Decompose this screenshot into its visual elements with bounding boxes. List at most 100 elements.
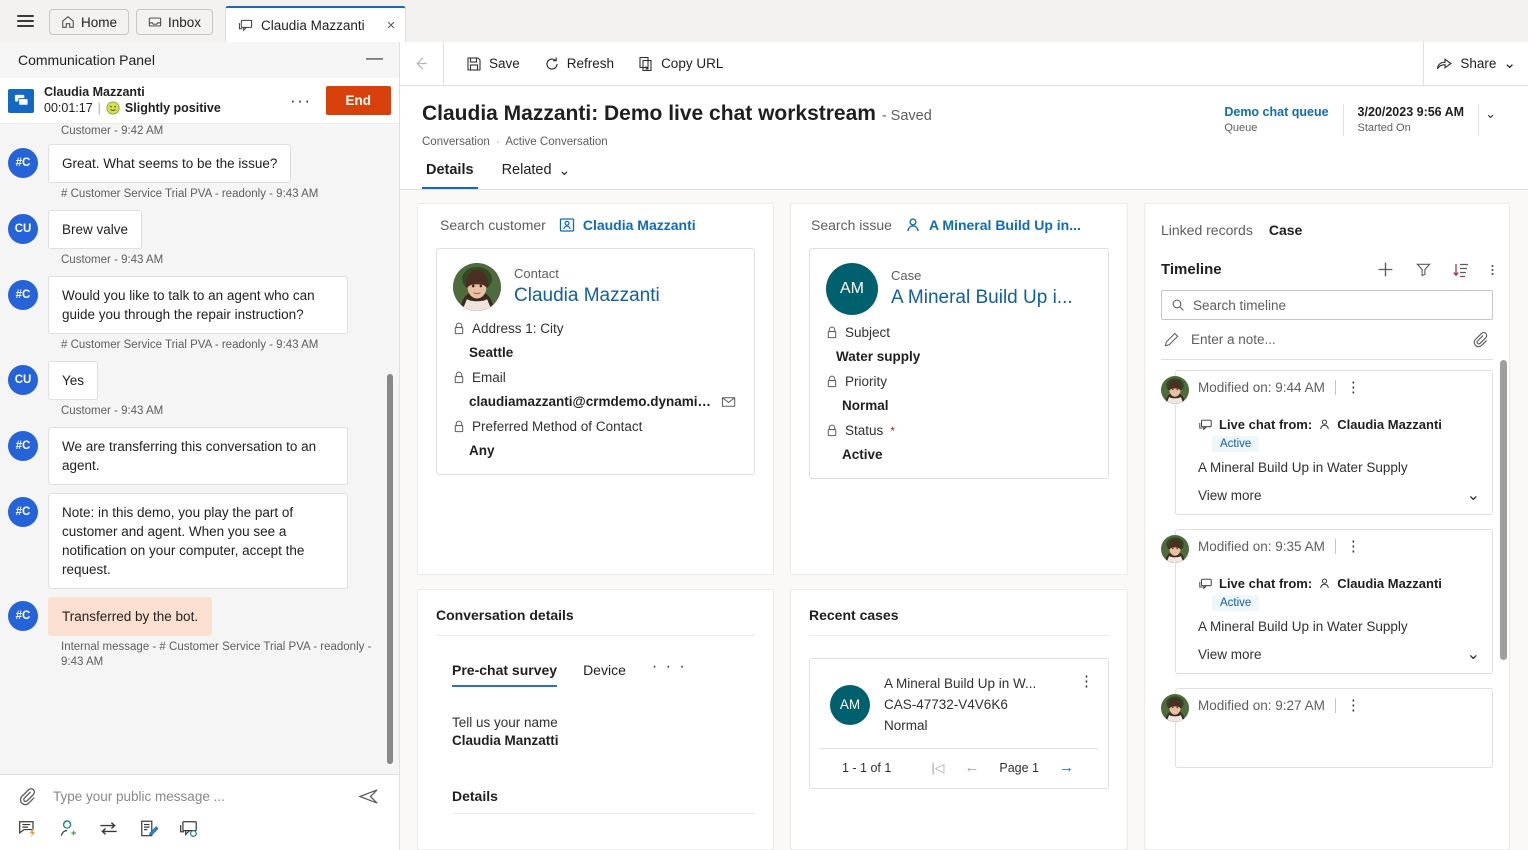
- avatar: [453, 263, 501, 311]
- conversation-details-overflow-icon[interactable]: · · ·: [652, 658, 687, 687]
- message-bubble: We are transferring this conversation to…: [48, 427, 348, 485]
- details-divider: [452, 813, 755, 814]
- timeline-item-view-more[interactable]: View more ⌄: [1198, 647, 1480, 663]
- message-bubble: Yes: [48, 361, 99, 400]
- search-issue-value[interactable]: A Mineral Build Up in...: [905, 217, 1081, 233]
- timeline-note-row[interactable]: Enter a note...: [1161, 320, 1493, 360]
- linked-records-selected[interactable]: Case: [1269, 222, 1302, 238]
- hamburger-icon[interactable]: [8, 0, 42, 42]
- more-icon[interactable]: [1490, 261, 1495, 279]
- recent-case-info: A Mineral Build Up in W... CAS-47732-V4V…: [884, 673, 1065, 736]
- sort-icon[interactable]: [1452, 261, 1470, 279]
- conversation-details-title: Conversation details: [436, 607, 755, 636]
- avatar: #C: [8, 280, 38, 310]
- timeline-item-modified: Modified on: 9:27 AM: [1198, 698, 1336, 713]
- copy-url-button[interactable]: Copy URL: [628, 49, 733, 79]
- timeline-search[interactable]: [1161, 290, 1493, 320]
- paperclip-icon[interactable]: [1472, 331, 1489, 348]
- search-customer-label: Search customer: [440, 217, 546, 233]
- paperclip-icon[interactable]: [14, 787, 47, 806]
- chat-icon: [1198, 418, 1213, 432]
- notes-icon[interactable]: [139, 819, 159, 839]
- send-icon[interactable]: [358, 786, 385, 807]
- recent-case-more-icon[interactable]: ⋮: [1079, 674, 1094, 689]
- lock-icon: [453, 322, 465, 335]
- refresh-button[interactable]: Refresh: [534, 49, 624, 79]
- person-icon: [1318, 577, 1331, 590]
- add-agent-icon[interactable]: [58, 819, 78, 839]
- header-expand-chevron-icon[interactable]: ⌄: [1479, 104, 1506, 122]
- back-arrow-icon[interactable]: [400, 41, 444, 86]
- note-placeholder: Enter a note...: [1191, 332, 1276, 347]
- timeline-actions: [1376, 260, 1495, 279]
- chevron-down-icon[interactable]: ⌄: [1503, 56, 1516, 71]
- conversation-divider: |: [97, 101, 101, 115]
- timeline-item-body[interactable]: Modified on: 9:35 AM ⋮ Live chat from: C…: [1175, 529, 1493, 674]
- timeline-item-more-icon[interactable]: ⋮: [1346, 698, 1361, 713]
- conversation-more-icon[interactable]: ···: [286, 91, 315, 111]
- field-label-subject: Subject: [826, 325, 1092, 340]
- pager-count: 1 - 1 of 1: [842, 760, 892, 775]
- chat-scrollbar[interactable]: [387, 374, 393, 764]
- filter-icon[interactable]: [1415, 261, 1432, 278]
- list-item[interactable]: AM A Mineral Build Up in W... CAS-47732-…: [820, 673, 1098, 736]
- communication-panel: Communication Panel — Claudia Mazzanti 0…: [0, 42, 400, 850]
- search-timeline-input[interactable]: [1193, 297, 1483, 313]
- view-more-label: View more: [1198, 488, 1262, 503]
- pencil-icon: [1163, 331, 1180, 348]
- avatar: AM: [830, 684, 870, 725]
- quick-reply-icon[interactable]: [18, 819, 38, 839]
- linked-conversation-icon[interactable]: [179, 819, 199, 839]
- avatar: #C: [8, 497, 38, 527]
- timeline-item-body[interactable]: Modified on: 9:27 AM ⋮: [1175, 688, 1493, 768]
- timeline-item-description: A Mineral Build Up in Water Supply: [1198, 619, 1408, 634]
- case-entity-name[interactable]: A Mineral Build Up i...: [891, 285, 1073, 311]
- chevron-down-icon[interactable]: ⌄: [1467, 488, 1480, 504]
- lock-icon: [826, 424, 838, 437]
- share-button[interactable]: Share ⌄: [1423, 41, 1528, 86]
- save-button[interactable]: Save: [456, 49, 530, 79]
- tab-device[interactable]: Device: [583, 662, 626, 687]
- tab-pre-chat-survey[interactable]: Pre-chat survey: [452, 662, 558, 687]
- tab-related[interactable]: Related ⌄: [498, 162, 575, 189]
- tab-inbox[interactable]: Inbox: [136, 9, 214, 35]
- pager-next-icon[interactable]: →: [1059, 759, 1074, 776]
- contact-inner-card: Contact Claudia Mazzanti Address 1: City: [436, 248, 755, 475]
- lock-icon: [826, 326, 838, 339]
- timeline-item-body[interactable]: Modified on: 9:44 AM ⋮ Live chat from: C…: [1175, 370, 1493, 515]
- end-conversation-button[interactable]: End: [325, 86, 391, 115]
- saved-state: - Saved: [881, 108, 932, 124]
- timeline-item-view-more[interactable]: View more ⌄: [1198, 488, 1480, 504]
- chevron-down-icon[interactable]: ⌄: [1467, 647, 1480, 663]
- breadcrumb-separator: ·: [495, 136, 500, 148]
- tab-home[interactable]: Home: [49, 9, 130, 35]
- avatar: AM: [826, 263, 878, 315]
- tab-details[interactable]: Details: [422, 162, 478, 189]
- timeline-item-more-icon[interactable]: ⋮: [1346, 380, 1361, 395]
- timeline-scrollbar[interactable]: [1500, 360, 1507, 849]
- email-icon[interactable]: [721, 395, 738, 409]
- timeline-item-more-icon[interactable]: ⋮: [1346, 539, 1361, 554]
- search-customer-value[interactable]: Claudia Mazzanti: [559, 217, 696, 233]
- message-footer: Customer - 9:43 AM: [61, 405, 164, 417]
- tab-claudia-mazzanti[interactable]: Claudia Mazzanti ×: [225, 6, 407, 42]
- message-bubble: Note: in this demo, you play the part of…: [48, 493, 348, 589]
- search-issue-text: A Mineral Build Up in...: [928, 217, 1081, 233]
- pager-first-icon[interactable]: |◁: [932, 760, 945, 775]
- header-field-queue-value[interactable]: Demo chat queue: [1224, 104, 1328, 121]
- record-header-fields: Demo chat queue Queue 3/20/2023 9:56 AM …: [1210, 100, 1506, 136]
- minimize-icon[interactable]: —: [366, 49, 383, 72]
- timeline-scrollbar-thumb[interactable]: [1500, 360, 1507, 660]
- pager-prev-icon[interactable]: ←: [964, 759, 979, 776]
- chat-scrollbar-thumb[interactable]: [387, 374, 393, 764]
- field-value-status: Active: [842, 447, 883, 462]
- field-label-preferred-contact: Preferred Method of Contact: [453, 419, 738, 434]
- recent-case-list: AM A Mineral Build Up in W... CAS-47732-…: [809, 658, 1109, 789]
- contact-entity-name[interactable]: Claudia Mazzanti: [514, 283, 660, 309]
- header-field-queue[interactable]: Demo chat queue Queue: [1210, 104, 1344, 136]
- add-icon[interactable]: [1376, 260, 1395, 279]
- close-icon[interactable]: ×: [387, 18, 396, 33]
- message-input[interactable]: [53, 789, 352, 804]
- search-issue-label: Search issue: [811, 217, 892, 233]
- transfer-icon[interactable]: [98, 818, 119, 839]
